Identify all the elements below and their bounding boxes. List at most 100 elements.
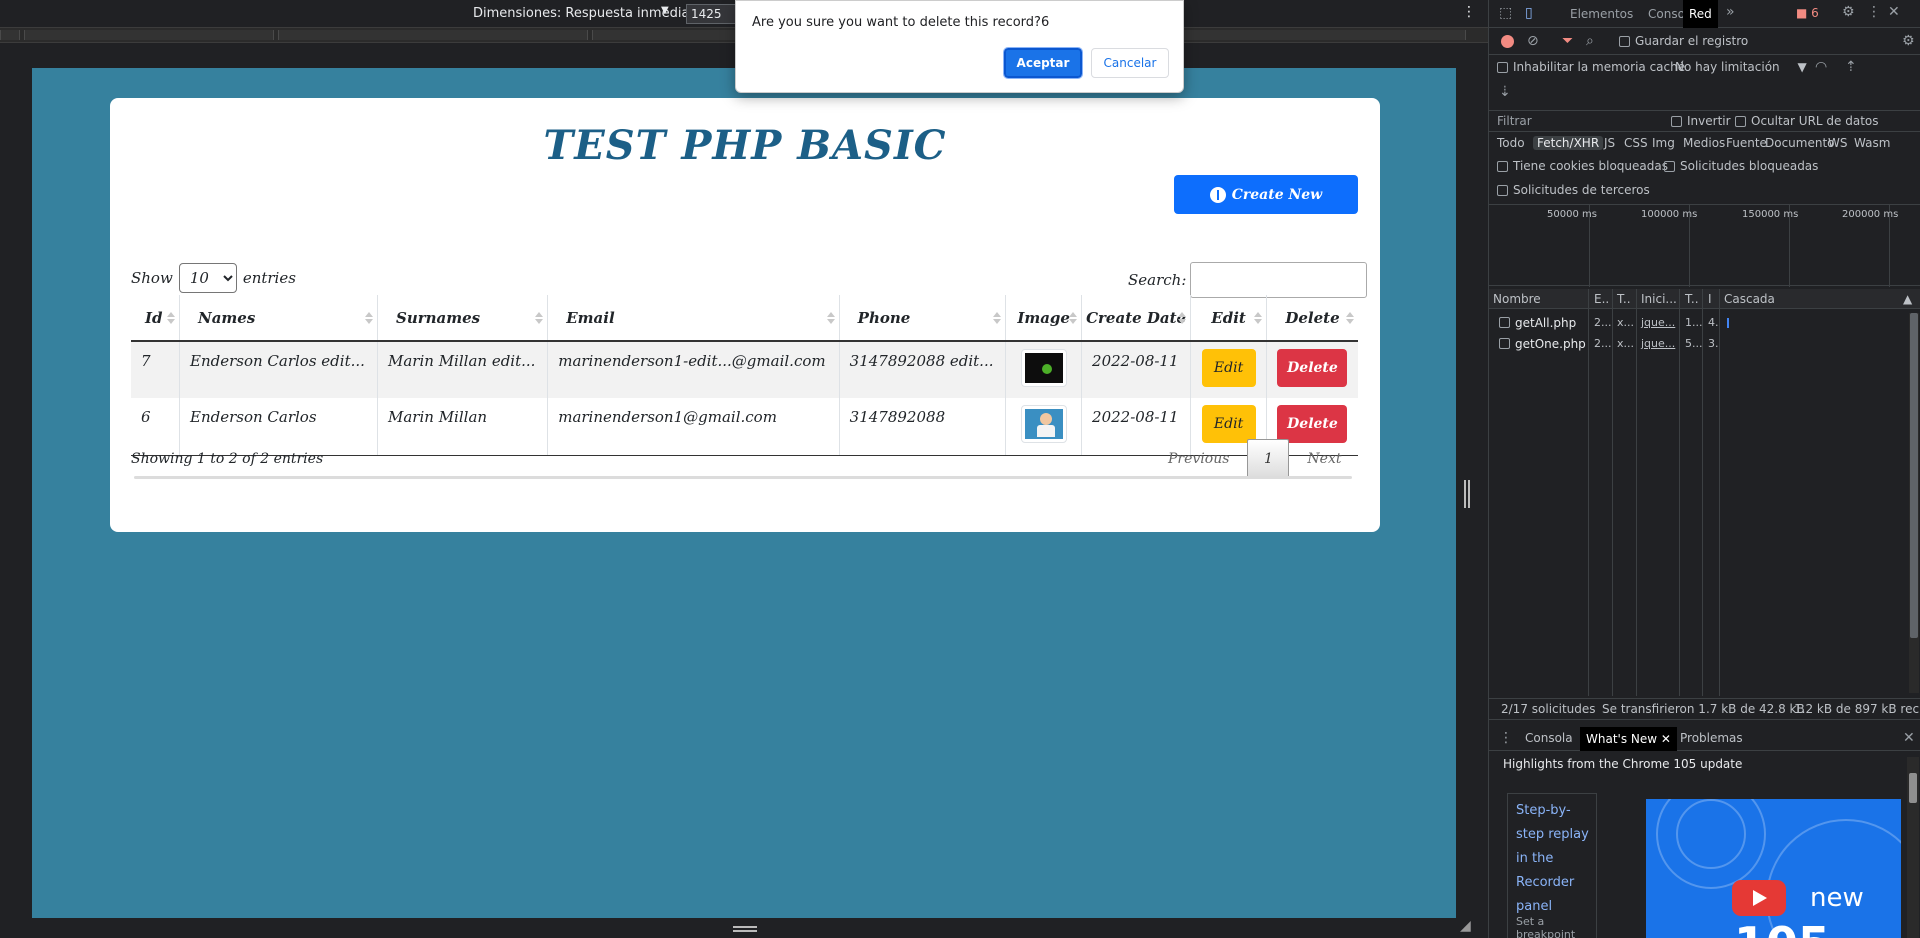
corner-resize-icon[interactable]: ◢ <box>1460 918 1471 934</box>
search-input[interactable] <box>1190 262 1368 298</box>
filter-input[interactable]: Filtrar <box>1493 112 1658 131</box>
edit-button[interactable]: Edit <box>1201 349 1256 387</box>
drawer-tab-whats-new[interactable]: What's New ✕ <box>1580 727 1677 751</box>
tab-network[interactable]: Red <box>1683 0 1718 28</box>
devtools-menu-icon[interactable]: ⋮ <box>1867 4 1881 20</box>
ruler-segment[interactable] <box>278 30 588 40</box>
close-drawer-icon[interactable]: ✕ <box>1903 730 1915 746</box>
request-name[interactable]: getOne.php <box>1515 337 1586 351</box>
next-page-button[interactable]: Next <box>1289 451 1341 467</box>
whats-new-link[interactable]: Step-by-step replay in the Recorder pane… <box>1516 799 1590 919</box>
scrollbar-thumb[interactable] <box>1910 313 1918 638</box>
viewport-bottom-resize-handle[interactable] <box>733 926 757 932</box>
column-header-delete[interactable]: Delete <box>1266 295 1358 342</box>
column-header-names[interactable]: Names <box>179 295 378 342</box>
type-filter-img[interactable]: Img <box>1652 136 1675 150</box>
column-initiator[interactable]: Inici... <box>1641 292 1677 306</box>
page-1-button[interactable]: 1 <box>1247 439 1290 479</box>
request-row-checkbox[interactable] <box>1499 338 1510 349</box>
more-tabs-icon[interactable]: » <box>1726 4 1735 20</box>
dimensions-caret-icon[interactable]: ▼ <box>661 5 669 16</box>
import-har-icon[interactable]: ⇡ <box>1845 59 1857 75</box>
network-overview-timeline[interactable]: 50000 ms 100000 ms 150000 ms 200000 ms <box>1489 204 1920 287</box>
scrollbar-thumb[interactable] <box>1909 773 1917 803</box>
request-initiator[interactable]: jque... <box>1641 337 1675 350</box>
type-filter-document[interactable]: Documento <box>1765 136 1835 150</box>
request-row[interactable]: getAll.php 2... x... jque... 1... 4. <box>1489 313 1920 333</box>
column-waterfall[interactable]: Cascada <box>1724 292 1775 306</box>
request-name[interactable]: getAll.php <box>1515 316 1576 330</box>
close-devtools-icon[interactable]: ✕ <box>1888 4 1900 20</box>
request-list-scrollbar[interactable] <box>1909 313 1919 693</box>
column-header-phone[interactable]: Phone <box>839 295 1007 342</box>
disable-cache-checkbox[interactable]: Inhabilitar la memoria caché <box>1497 60 1685 74</box>
edit-button[interactable]: Edit <box>1201 405 1256 443</box>
request-row[interactable]: getOne.php 2... x... jque... 5... 3. <box>1489 334 1920 354</box>
type-filter-font[interactable]: Fuente <box>1726 136 1767 150</box>
preserve-log-checkbox[interactable]: Guardar el registro <box>1619 34 1748 48</box>
tab-elements[interactable]: Elementos <box>1570 7 1633 21</box>
wifi-icon[interactable]: ◠ <box>1815 59 1827 75</box>
settings-gear-icon[interactable]: ⚙ <box>1842 4 1855 20</box>
ruler-segment[interactable] <box>24 30 274 40</box>
column-time[interactable]: I <box>1708 292 1712 306</box>
close-tab-icon[interactable]: ✕ <box>1661 732 1671 746</box>
blocked-cookies-checkbox[interactable]: Tiene cookies bloqueadas <box>1497 159 1668 173</box>
column-status[interactable]: E.. <box>1594 292 1609 306</box>
whats-new-scrollbar[interactable] <box>1907 757 1919 938</box>
column-header-surnames[interactable]: Surnames <box>377 295 549 342</box>
sort-ascending-icon[interactable]: ▲ <box>1903 292 1912 306</box>
blocked-requests-checkbox[interactable]: Solicitudes bloqueadas <box>1664 159 1818 173</box>
error-badge[interactable]: ■ 6 <box>1796 6 1819 20</box>
filter-icon[interactable]: ⏷ <box>1562 33 1573 49</box>
column-header-email[interactable]: Email <box>547 295 840 342</box>
type-filter-ws[interactable]: WS <box>1828 136 1847 150</box>
horizontal-scrollbar[interactable] <box>134 476 1352 479</box>
previous-page-button[interactable]: Previous <box>1168 451 1247 467</box>
records-table: Id Names Surnames Email Phone Image Crea… <box>131 295 1358 456</box>
delete-button[interactable]: Delete <box>1277 349 1348 387</box>
device-toolbar-more-icon[interactable]: ⋮ <box>1462 4 1476 20</box>
column-size[interactable]: T.. <box>1685 292 1699 306</box>
viewport-resize-handle[interactable] <box>1464 480 1470 508</box>
type-filter-wasm[interactable]: Wasm <box>1854 136 1890 150</box>
cell-surnames: Marin Millan edit... <box>377 341 549 398</box>
dialog-cancel-button[interactable]: Cancelar <box>1091 48 1169 78</box>
throttling-select[interactable]: No hay limitación ▼ <box>1675 60 1807 74</box>
column-header-image[interactable]: Image <box>1005 295 1083 342</box>
whats-new-card[interactable]: Step-by-step replay in the Recorder pane… <box>1507 793 1597 938</box>
inspect-element-icon[interactable]: ⬚ <box>1499 5 1512 21</box>
whats-new-video-banner[interactable]: new 105 <box>1646 799 1901 938</box>
network-settings-icon[interactable]: ⚙ <box>1902 33 1915 49</box>
hide-data-urls-checkbox[interactable]: Ocultar URL de datos <box>1735 114 1879 128</box>
request-initiator[interactable]: jque... <box>1641 316 1675 329</box>
column-header-create-date[interactable]: Create Date <box>1081 295 1192 342</box>
request-row-checkbox[interactable] <box>1499 317 1510 328</box>
youtube-play-icon[interactable] <box>1732 880 1786 916</box>
column-type[interactable]: T.. <box>1617 292 1631 306</box>
page-length-select[interactable]: 10 <box>178 263 237 293</box>
record-icon[interactable] <box>1501 35 1514 48</box>
invert-checkbox[interactable]: Invertir <box>1671 114 1731 128</box>
clear-icon[interactable]: ⊘ <box>1527 33 1539 49</box>
drawer-tab-issues[interactable]: Problemas <box>1680 731 1743 745</box>
type-filter-media[interactable]: Medios <box>1683 136 1725 150</box>
type-filter-all[interactable]: Todo <box>1497 136 1525 150</box>
column-header-edit[interactable]: Edit <box>1190 295 1267 342</box>
device-toggle-icon[interactable]: ▯ <box>1525 5 1533 21</box>
type-filter-css[interactable]: CSS <box>1624 136 1648 150</box>
drawer-tab-console[interactable]: Consola <box>1525 731 1573 745</box>
cell-names: Enderson Carlos <box>179 398 378 456</box>
third-party-checkbox[interactable]: Solicitudes de terceros <box>1497 183 1650 197</box>
ruler-segment[interactable] <box>0 30 20 40</box>
search-icon[interactable]: ⌕ <box>1586 33 1594 49</box>
type-filter-js[interactable]: JS <box>1604 136 1615 150</box>
column-header-id[interactable]: Id <box>131 295 180 342</box>
type-filter-fetch-xhr[interactable]: Fetch/XHR <box>1533 136 1604 150</box>
delete-button[interactable]: Delete <box>1277 405 1348 443</box>
export-har-icon[interactable]: ⇣ <box>1499 84 1511 100</box>
dialog-accept-button[interactable]: Aceptar <box>1003 47 1083 79</box>
create-new-button[interactable]: Create New <box>1174 175 1358 214</box>
column-name[interactable]: Nombre <box>1493 292 1541 306</box>
drawer-menu-icon[interactable]: ⋮ <box>1499 730 1513 746</box>
